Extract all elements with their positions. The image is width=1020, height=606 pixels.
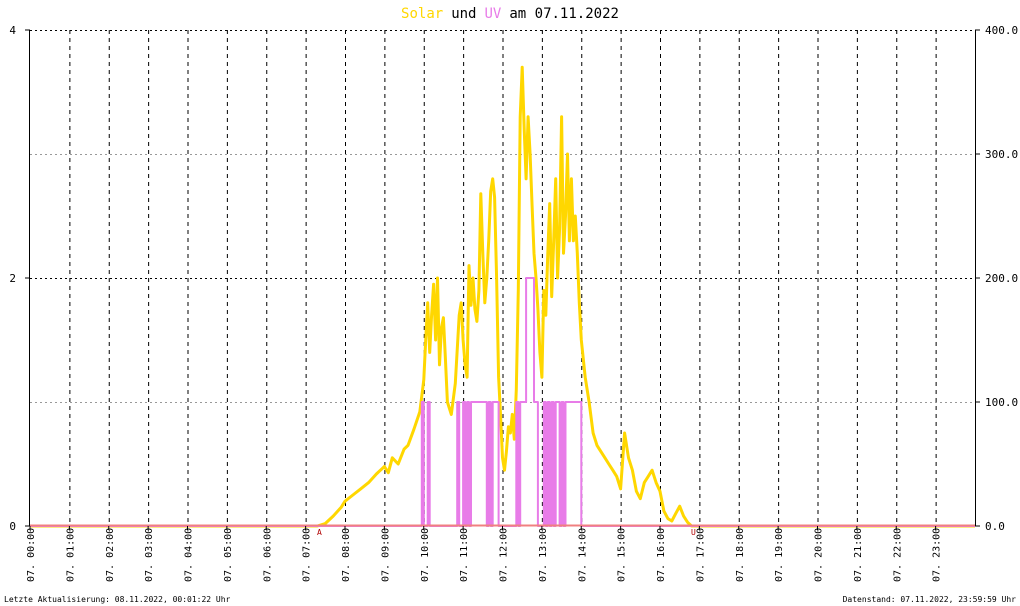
x-tick-label: 07. 01:00 xyxy=(65,528,76,582)
sun-event-marker: U xyxy=(691,528,696,537)
x-tick-label: 07. 07:00 xyxy=(302,528,313,582)
title-solar-word: Solar xyxy=(401,6,443,22)
x-tick-label: 07. 14:00 xyxy=(577,528,588,582)
x-tick-label: 07. 23:00 xyxy=(932,528,943,582)
right-tick-label: 300.0 xyxy=(985,148,1018,161)
left-tick-label: 4 xyxy=(9,24,16,37)
x-tick-label: 07. 20:00 xyxy=(814,528,825,582)
right-tick-label: 0.0 xyxy=(985,520,1005,533)
x-tick-label: 07. 12:00 xyxy=(499,528,510,582)
x-tick-label: 07. 13:00 xyxy=(538,528,549,582)
x-tick-label: 07. 18:00 xyxy=(735,528,746,582)
title-und: und xyxy=(451,6,476,22)
left-tick-label: 0 xyxy=(9,520,16,533)
x-tick-label: 07. 04:00 xyxy=(184,528,195,582)
x-tick-label: 07. 17:00 xyxy=(695,528,706,582)
title-uv-word: UV xyxy=(485,6,502,22)
footer-last-update: Letzte Aktualisierung: 08.11.2022, 00:01… xyxy=(4,595,231,604)
chart-title: Solar und UV am 07.11.2022 xyxy=(401,6,619,22)
x-tick-label: 07. 05:00 xyxy=(223,528,234,582)
title-date: am 07.11.2022 xyxy=(509,6,619,22)
footer-data-status: Datenstand: 07.11.2022, 23:59:59 Uhr xyxy=(843,595,1017,604)
chart: Solar und UV am 07.11.2022 0 2 4 0.0 100.0 200.0… xyxy=(0,0,1020,606)
x-tick-label: 07. 21:00 xyxy=(853,528,864,582)
x-tick-label: 07. 10:00 xyxy=(420,528,431,582)
x-tick-label: 07. 03:00 xyxy=(144,528,155,582)
x-tick-label: 07. 15:00 xyxy=(617,528,628,582)
sun-event-marker: A xyxy=(317,528,322,537)
x-tick-label: 07. 22:00 xyxy=(892,528,903,582)
left-tick-label: 2 xyxy=(9,272,16,285)
right-tick-label: 400.0 xyxy=(985,24,1018,37)
x-tick-label: 07. 19:00 xyxy=(774,528,785,582)
right-tick-label: 200.0 xyxy=(985,272,1018,285)
right-tick-label: 100.0 xyxy=(985,396,1018,409)
chart-background xyxy=(0,0,1020,606)
x-tick-label: 07. 09:00 xyxy=(380,528,391,582)
x-tick-label: 07. 08:00 xyxy=(341,528,352,582)
x-tick-label: 07. 02:00 xyxy=(105,528,116,582)
x-tick-label: 07. 00:00 xyxy=(26,528,37,582)
x-tick-label: 07. 16:00 xyxy=(656,528,667,582)
x-tick-label: 07. 11:00 xyxy=(459,528,470,582)
x-tick-label: 07. 06:00 xyxy=(262,528,273,582)
